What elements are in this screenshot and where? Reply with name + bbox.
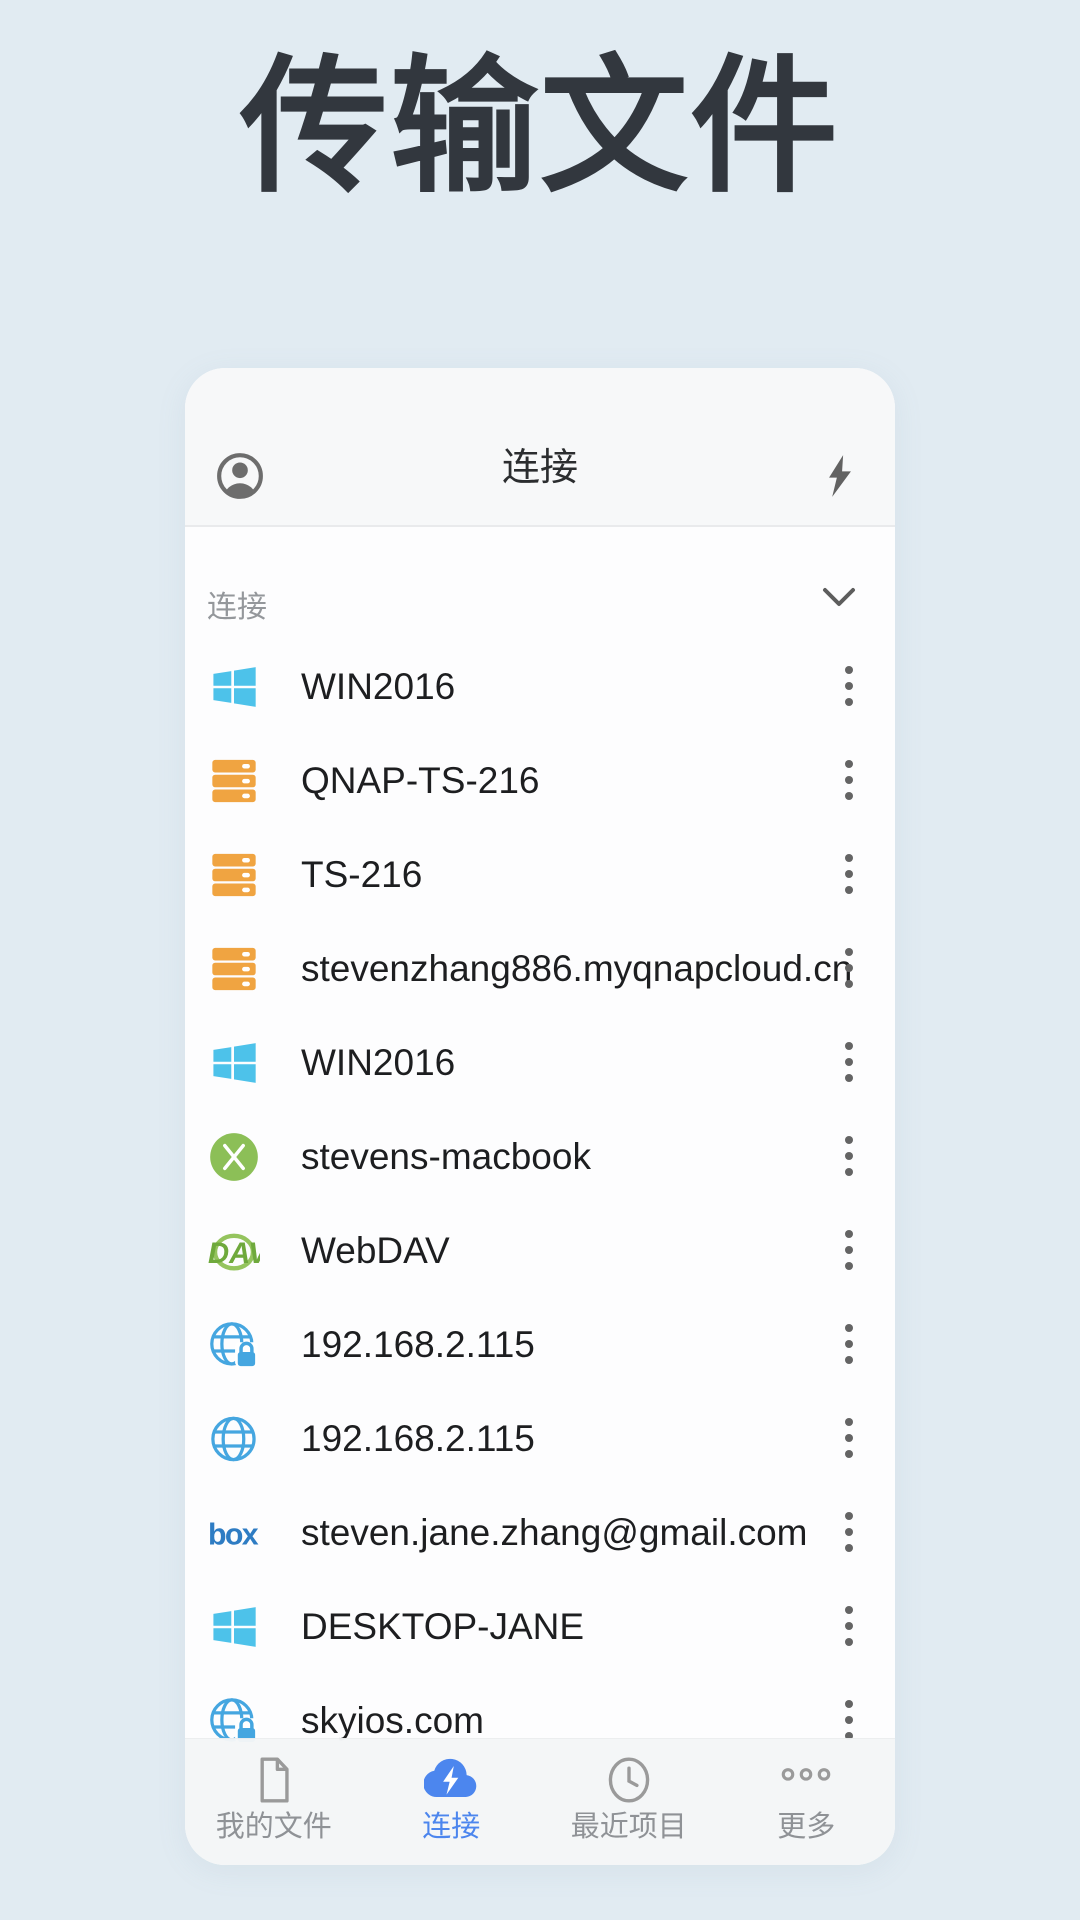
box-icon: box bbox=[208, 1507, 260, 1559]
kebab-menu-icon bbox=[841, 755, 857, 807]
row-menu-button[interactable] bbox=[826, 1409, 872, 1469]
connection-name: 192.168.2.115 bbox=[301, 1418, 535, 1460]
kebab-menu-icon bbox=[841, 1601, 857, 1653]
connection-row[interactable]: stevens-macbook bbox=[185, 1110, 895, 1204]
connection-name: WebDAV bbox=[301, 1230, 450, 1272]
header-title: 连接 bbox=[185, 436, 895, 491]
kebab-menu-icon bbox=[841, 943, 857, 995]
tab-clock[interactable]: 最近项目 bbox=[540, 1739, 718, 1865]
chevron-down-icon bbox=[821, 586, 857, 610]
connection-row[interactable]: WIN2016 bbox=[185, 640, 895, 734]
kebab-menu-icon bbox=[841, 1131, 857, 1183]
windows-icon bbox=[208, 1601, 260, 1653]
app-window: 连接 连接 WIN2016 QNAP-TS-216 TS-216 bbox=[185, 368, 895, 1865]
page-title: 传输文件 bbox=[0, 50, 1080, 205]
section-label: 连接 bbox=[207, 582, 267, 626]
connection-name: stevenzhang886.myqnapcloud.cn bbox=[301, 948, 852, 990]
connection-row[interactable]: WIN2016 bbox=[185, 1016, 895, 1110]
connection-row[interactable]: TS-216 bbox=[185, 828, 895, 922]
nas-icon bbox=[208, 849, 260, 901]
tab-cloud-bolt[interactable]: 连接 bbox=[363, 1739, 541, 1865]
connection-row[interactable]: QNAP-TS-216 bbox=[185, 734, 895, 828]
windows-icon bbox=[208, 661, 260, 713]
tab-more[interactable]: 更多 bbox=[718, 1739, 896, 1865]
tab-label: 我的文件 bbox=[216, 1813, 332, 1842]
connection-list: WIN2016 QNAP-TS-216 TS-216 stevenzhang88… bbox=[185, 640, 895, 1768]
row-menu-button[interactable] bbox=[826, 1503, 872, 1563]
nas-icon bbox=[208, 755, 260, 807]
quick-transfer-button[interactable] bbox=[815, 451, 865, 501]
connection-name: 192.168.2.115 bbox=[301, 1324, 535, 1366]
more-icon bbox=[779, 1753, 833, 1807]
kebab-menu-icon bbox=[841, 849, 857, 901]
kebab-menu-icon bbox=[841, 661, 857, 713]
row-menu-button[interactable] bbox=[826, 1597, 872, 1657]
cloud-bolt-icon bbox=[424, 1753, 478, 1807]
connection-row[interactable]: 192.168.2.115 bbox=[185, 1392, 895, 1486]
row-menu-button[interactable] bbox=[826, 1127, 872, 1187]
kebab-menu-icon bbox=[841, 1319, 857, 1371]
windows-icon bbox=[208, 1037, 260, 1089]
row-menu-button[interactable] bbox=[826, 657, 872, 717]
nas-icon bbox=[208, 943, 260, 995]
connection-row[interactable]: 192.168.2.115 bbox=[185, 1298, 895, 1392]
connection-name: QNAP-TS-216 bbox=[301, 760, 540, 802]
connection-name: skyios.com bbox=[301, 1700, 484, 1742]
kebab-menu-icon bbox=[841, 1507, 857, 1559]
connection-name: WIN2016 bbox=[301, 666, 455, 708]
globe-lock-icon bbox=[208, 1319, 260, 1371]
tab-file[interactable]: 我的文件 bbox=[185, 1739, 363, 1865]
kebab-menu-icon bbox=[841, 1225, 857, 1277]
macos-icon bbox=[208, 1131, 260, 1183]
connection-name: DESKTOP-JANE bbox=[301, 1606, 584, 1648]
section-collapse-button[interactable] bbox=[821, 586, 857, 610]
connection-name: stevens-macbook bbox=[301, 1136, 591, 1178]
kebab-menu-icon bbox=[841, 1037, 857, 1089]
connection-row[interactable]: DESKTOP-JANE bbox=[185, 1580, 895, 1674]
svg-text:box: box bbox=[208, 1518, 259, 1551]
connection-name: steven.jane.zhang@gmail.com bbox=[301, 1512, 808, 1554]
tab-label: 连接 bbox=[422, 1813, 480, 1842]
app-header: 连接 bbox=[185, 368, 895, 527]
row-menu-button[interactable] bbox=[826, 1221, 872, 1281]
row-menu-button[interactable] bbox=[826, 751, 872, 811]
tab-label: 最近项目 bbox=[571, 1813, 687, 1842]
connection-row[interactable]: stevenzhang886.myqnapcloud.cn bbox=[185, 922, 895, 1016]
row-menu-button[interactable] bbox=[826, 1033, 872, 1093]
connection-name: WIN2016 bbox=[301, 1042, 455, 1084]
row-menu-button[interactable] bbox=[826, 1315, 872, 1375]
globe-icon bbox=[208, 1413, 260, 1465]
connection-row[interactable]: DAV WebDAV bbox=[185, 1204, 895, 1298]
row-menu-button[interactable] bbox=[826, 939, 872, 999]
webdav-icon: DAV bbox=[208, 1225, 260, 1277]
kebab-menu-icon bbox=[841, 1413, 857, 1465]
tab-bar: 我的文件 连接 最近项目 更多 bbox=[185, 1738, 895, 1865]
svg-text:DAV: DAV bbox=[208, 1238, 260, 1270]
lightning-icon bbox=[815, 451, 865, 501]
file-icon bbox=[247, 1753, 301, 1807]
clock-icon bbox=[602, 1753, 656, 1807]
connection-row[interactable]: box steven.jane.zhang@gmail.com bbox=[185, 1486, 895, 1580]
tab-label: 更多 bbox=[777, 1813, 835, 1842]
connection-name: TS-216 bbox=[301, 854, 422, 896]
row-menu-button[interactable] bbox=[826, 845, 872, 905]
